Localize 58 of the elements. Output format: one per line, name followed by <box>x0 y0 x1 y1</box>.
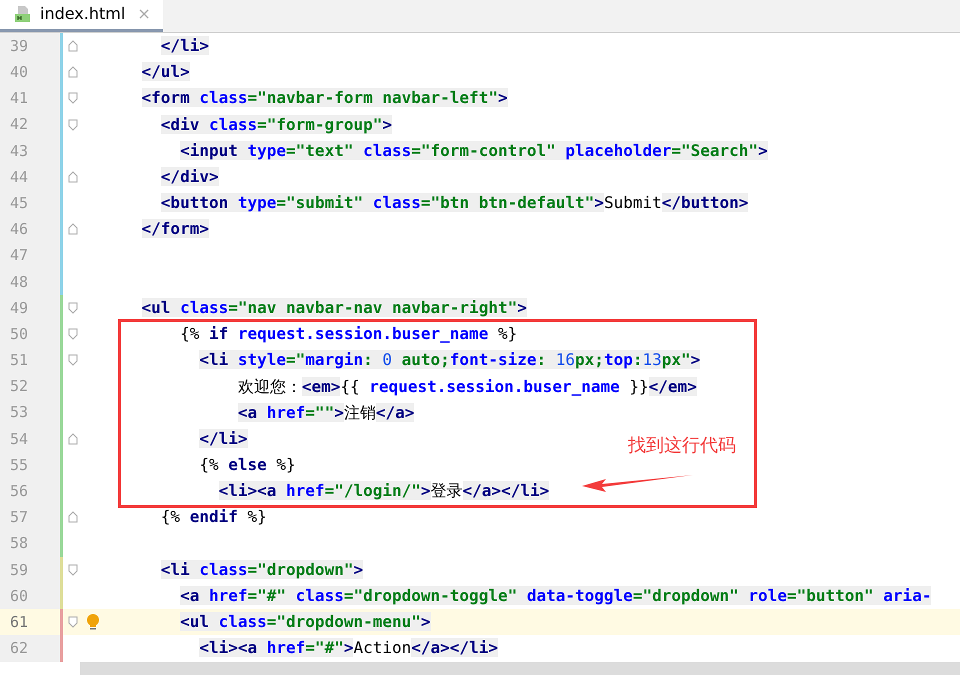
fold-marker-icon[interactable] <box>68 616 78 628</box>
line-number: 59 <box>0 556 60 583</box>
lightbulb-icon[interactable] <box>86 613 100 632</box>
line-number: 60 <box>0 582 60 610</box>
code-line: <li><a href="/login/">登录</a></li> <box>218 480 550 502</box>
fold-marker-icon[interactable] <box>68 223 78 236</box>
line-number: 42 <box>0 112 60 138</box>
code-line: <div class="form-group"> <box>160 114 392 136</box>
fold-marker-icon[interactable] <box>68 92 78 104</box>
line-number: 41 <box>0 85 60 112</box>
fold-marker-icon[interactable] <box>68 354 78 366</box>
fold-marker-icon[interactable] <box>68 40 78 52</box>
code-line: <a href="">注销</a> <box>236 402 414 424</box>
fold-marker-icon[interactable] <box>68 511 78 524</box>
code-line: <li><a href="#">Action</a></li> <box>198 637 498 660</box>
line-number: 52 <box>0 373 60 400</box>
line-number: 46 <box>0 216 60 242</box>
horizontal-scrollbar[interactable] <box>80 662 960 675</box>
line-number: 48 <box>0 268 60 295</box>
line-number: 53 <box>0 400 60 426</box>
line-number: 56 <box>0 478 60 504</box>
html-file-icon <box>14 5 32 23</box>
fold-marker-icon[interactable] <box>68 432 78 445</box>
line-number: 50 <box>0 321 60 348</box>
line-number: 45 <box>0 190 60 216</box>
line-number: 57 <box>0 504 60 531</box>
code-line: <li style="margin: 0 auto;font-size: 16px;top:13px"> <box>198 349 700 372</box>
file-tab[interactable]: index.html × <box>0 0 163 32</box>
code-line: 欢迎您：<em>{{ request.session.buser_name }}</em> <box>236 376 697 398</box>
fold-marker-icon[interactable] <box>68 564 78 576</box>
code-line: <ul class="nav navbar-nav navbar-right"> <box>140 296 527 319</box>
line-number: 40 <box>0 59 60 86</box>
code-line: <a href="#" class="dropdown-toggle" data-toggle="dropdown" role="button" aria- <box>179 585 932 608</box>
fold-marker-icon[interactable] <box>68 328 78 340</box>
code-line: <button type="submit" class="btn btn-default">Submit</button> <box>160 192 748 214</box>
line-number: 49 <box>0 294 60 322</box>
code-line: <ul class="dropdown-menu"> <box>179 611 431 634</box>
line-number: 62 <box>0 635 60 662</box>
annotation-note: 找到这行代码 <box>628 434 736 458</box>
tab-title: index.html <box>40 3 126 25</box>
code-line: <form class="navbar-form navbar-left"> <box>140 87 508 110</box>
line-number: 51 <box>0 347 60 374</box>
line-number: 47 <box>0 242 60 269</box>
line-number: 44 <box>0 164 60 190</box>
code-line: {% if request.session.buser_name %} <box>179 323 518 346</box>
line-number: 54 <box>0 426 60 452</box>
fold-marker-icon[interactable] <box>68 171 78 184</box>
code-line: <li class="dropdown"> <box>160 558 364 581</box>
fold-marker-icon[interactable] <box>68 118 78 131</box>
code-line: {% else %} <box>198 454 296 476</box>
line-number: 55 <box>0 452 60 478</box>
fold-marker-icon[interactable] <box>68 66 78 78</box>
code-line: {% endif %} <box>160 506 267 528</box>
line-number: 39 <box>0 33 60 60</box>
fold-marker-icon[interactable] <box>68 302 78 314</box>
line-number: 58 <box>0 530 60 557</box>
code-line: <input type="text" class="form-control" placeholder="Search"> <box>179 140 768 162</box>
line-number: 43 <box>0 138 60 164</box>
